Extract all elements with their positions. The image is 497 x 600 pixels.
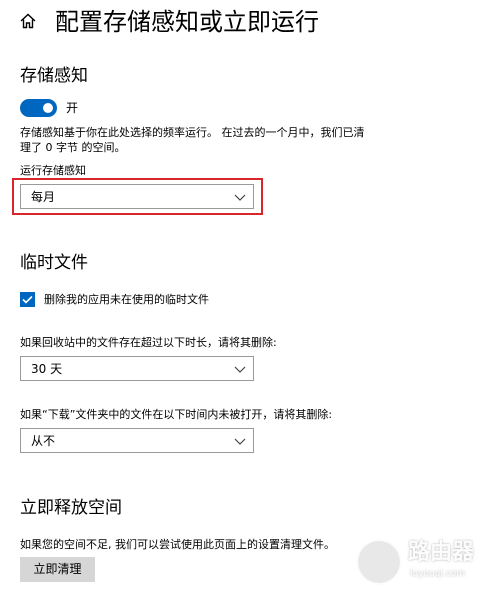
delete-temp-files-label: 删除我的应用未在使用的临时文件 [44, 293, 209, 306]
page-title: 配置存储感知或立即运行 [55, 8, 319, 36]
storage-sense-heading: 存储感知 [20, 66, 88, 86]
checkmark-icon [22, 295, 33, 304]
storage-sense-description-line1: 存储感知基于你在此处选择的频率运行。 在过去的一个月中，我们已清 [20, 126, 365, 139]
storage-sense-description-line2: 理了 0 字节 的空间。 [20, 141, 126, 154]
toggle-knob [43, 103, 53, 113]
run-frequency-select[interactable]: 每月 [20, 184, 254, 209]
run-storage-sense-label: 运行存储感知 [20, 164, 86, 177]
watermark-text: 路由器 [408, 540, 475, 565]
home-icon[interactable] [18, 11, 38, 31]
watermark-url: luyouqi.com [410, 569, 466, 579]
recycle-bin-duration-select[interactable]: 30 天 [20, 356, 254, 381]
free-space-description: 如果您的空间不足, 我们可以尝试使用此页面上的设置清理文件。 [20, 538, 335, 551]
temp-files-heading: 临时文件 [20, 253, 88, 273]
free-space-heading: 立即释放空间 [20, 498, 122, 518]
chevron-down-icon [234, 194, 246, 201]
downloads-folder-label: 如果“下载”文件夹中的文件在以下时间内未被打开，请将其删除: [20, 408, 333, 421]
chevron-down-icon [234, 366, 246, 373]
downloads-duration-select[interactable]: 从不 [20, 428, 254, 453]
router-logo-icon [356, 539, 402, 585]
downloads-duration-value: 从不 [31, 434, 56, 448]
storage-sense-toggle[interactable] [20, 99, 57, 117]
recycle-bin-label: 如果回收站中的文件存在超过以下时长，请将其删除: [20, 336, 277, 349]
watermark-logo: 路由器 luyouqi.com [356, 539, 488, 585]
chevron-down-icon [234, 438, 246, 445]
run-frequency-value: 每月 [31, 190, 56, 204]
toggle-state-label: 开 [66, 101, 79, 115]
delete-temp-files-checkbox[interactable] [20, 292, 35, 307]
recycle-bin-duration-value: 30 天 [31, 362, 63, 376]
clean-now-button[interactable]: 立即清理 [20, 557, 95, 582]
